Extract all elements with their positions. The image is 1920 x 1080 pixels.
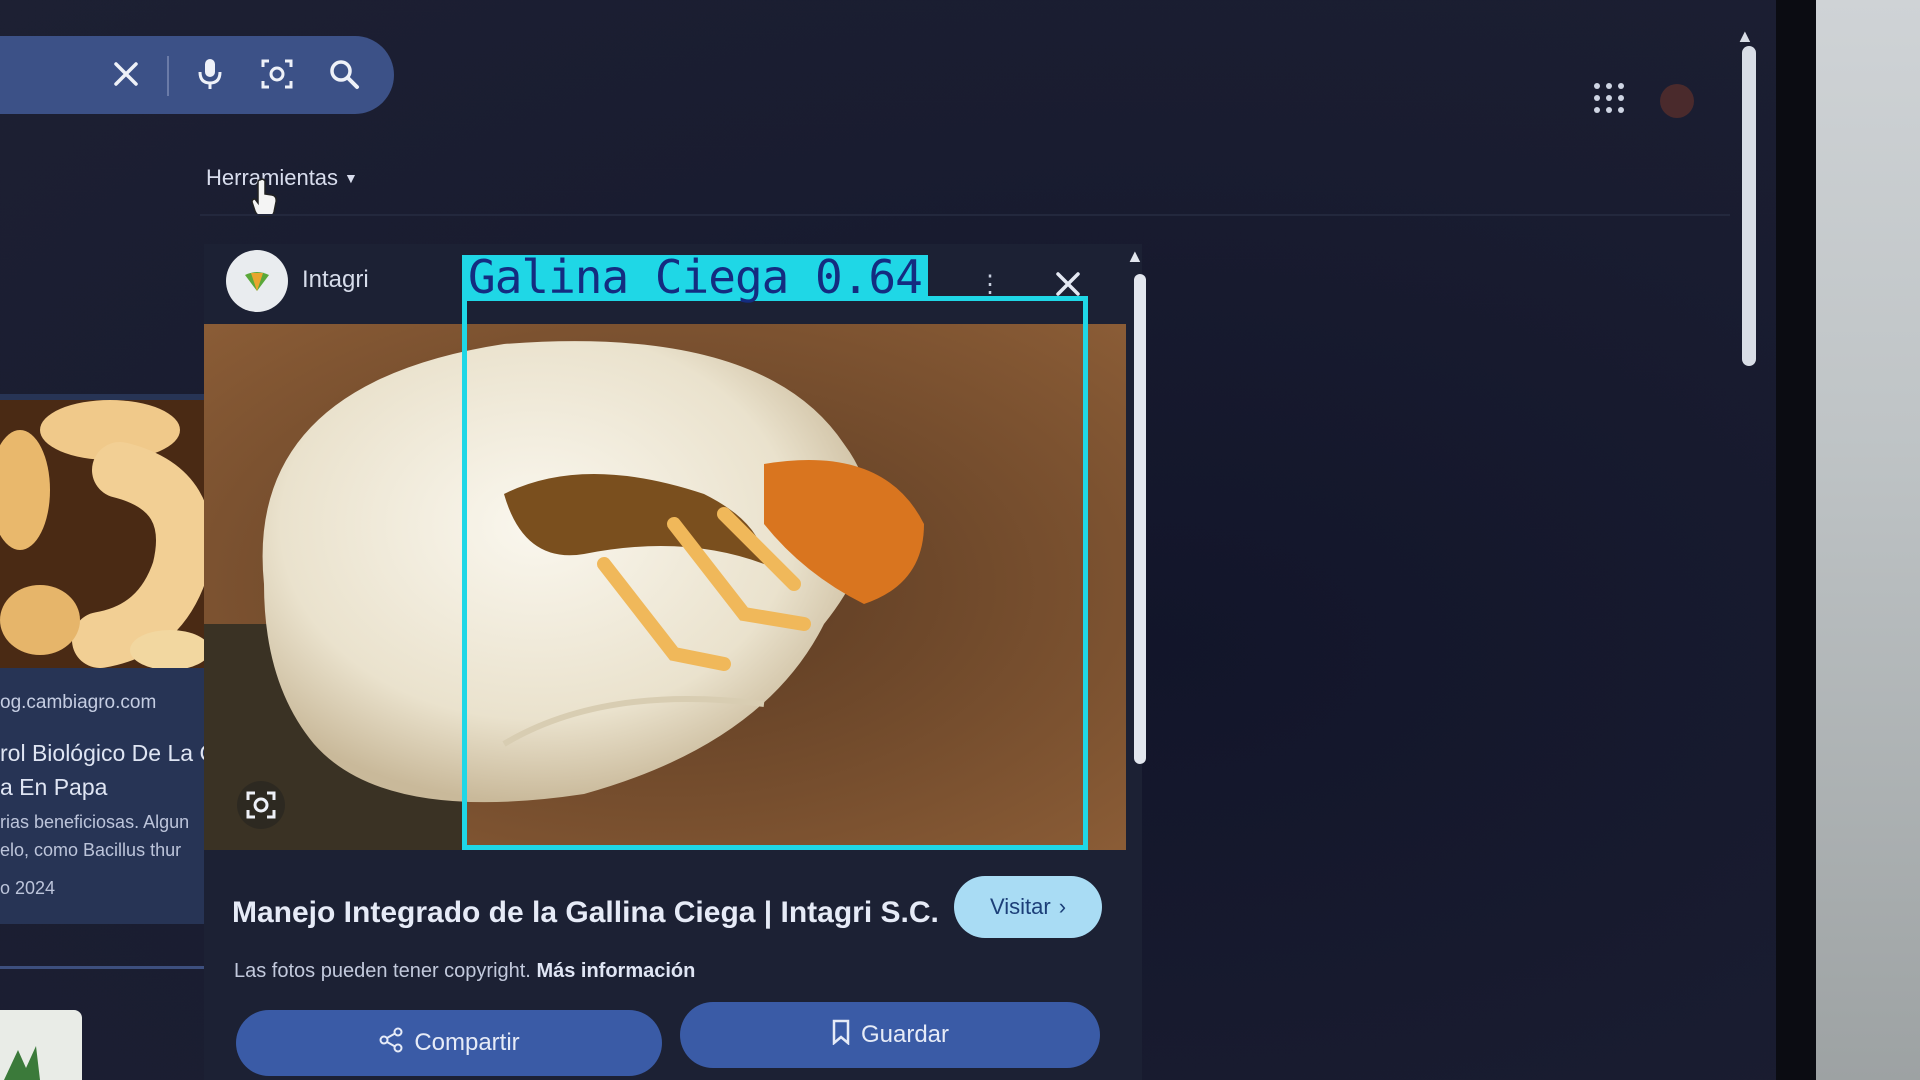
copyright-text: Las fotos pueden tener copyright. — [234, 960, 531, 982]
scroll-up-arrow-icon[interactable]: ▲ — [1126, 246, 1150, 266]
detection-bounding-box — [462, 296, 1088, 850]
account-avatar[interactable] — [1660, 84, 1694, 118]
next-result-thumbnail[interactable] — [0, 1010, 82, 1080]
caret-down-icon: ▼ — [344, 170, 358, 186]
background-wall — [1816, 0, 1920, 1080]
panel-scrollbar[interactable] — [1134, 274, 1146, 764]
camera-lens-icon[interactable] — [255, 52, 299, 96]
source-name[interactable]: Intagri — [302, 266, 369, 294]
share-label: Compartir — [414, 1029, 520, 1056]
result-title[interactable]: rol Biológico De La G a En Papa — [0, 736, 206, 804]
hand-cursor-icon — [250, 178, 280, 218]
more-info-link[interactable]: Más información — [536, 960, 695, 982]
save-label: Guardar — [860, 1021, 950, 1048]
microphone-icon[interactable] — [188, 52, 232, 96]
result-divider — [0, 966, 206, 969]
bookmark-icon — [831, 1019, 851, 1052]
visit-label: Visitar — [989, 894, 1051, 919]
result-thumbnail[interactable] — [0, 400, 206, 668]
share-button[interactable]: Compartir — [236, 1010, 662, 1076]
result-title-line: a En Papa — [0, 774, 108, 800]
preview-title[interactable]: Manejo Integrado de la Gallina Ciega | I… — [232, 896, 939, 930]
monitor-bezel — [1776, 0, 1816, 1080]
close-icon[interactable] — [104, 52, 148, 96]
copyright-notice: Las fotos pueden tener copyright. Más in… — [234, 960, 695, 983]
header-divider — [200, 214, 1730, 216]
result-title-line: rol Biológico De La G — [0, 740, 206, 766]
page-scroll-up-arrow-icon[interactable]: ▲ — [1736, 26, 1760, 46]
source-logo[interactable] — [226, 250, 288, 312]
detection-label: Galina Ciega 0.64 — [462, 254, 928, 300]
lens-search-icon[interactable] — [236, 780, 286, 830]
chevron-right-icon: › — [1058, 894, 1067, 919]
share-icon — [378, 1027, 404, 1060]
result-snippet: rias beneficiosas. Algun elo, como Bacil… — [0, 808, 206, 864]
result-domain: og.cambiagro.com — [0, 692, 157, 713]
page-scrollbar[interactable] — [1742, 46, 1756, 366]
search-divider — [167, 56, 169, 96]
result-date: o 2024 — [0, 878, 56, 898]
tools-menu[interactable]: Herramientas ▼ — [206, 165, 358, 191]
grid-apps-icon[interactable] — [1591, 80, 1627, 116]
search-icon[interactable] — [322, 52, 366, 96]
result-snippet-line: rias beneficiosas. Algun — [0, 812, 190, 832]
result-snippet-line: elo, como Bacillus thur — [0, 840, 182, 860]
visit-button[interactable]: Visitar › — [954, 876, 1102, 938]
save-button[interactable]: Guardar — [680, 1002, 1100, 1068]
